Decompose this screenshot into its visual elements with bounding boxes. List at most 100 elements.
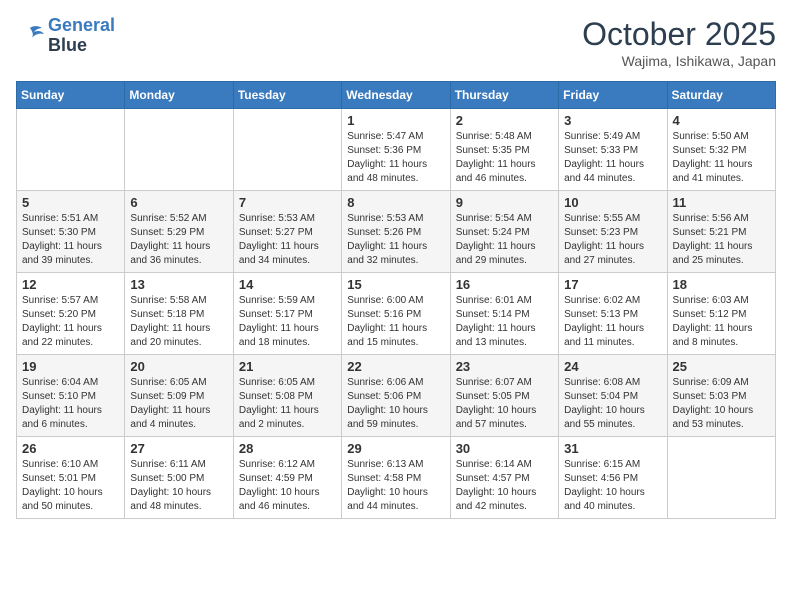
day-info: Sunrise: 5:49 AM Sunset: 5:33 PM Dayligh… bbox=[564, 130, 661, 186]
calendar-cell: 17Sunrise: 6:02 AM Sunset: 5:13 PM Dayli… bbox=[559, 273, 667, 355]
weekday-header-sunday: Sunday bbox=[17, 82, 125, 109]
day-info: Sunrise: 5:52 AM Sunset: 5:29 PM Dayligh… bbox=[130, 212, 227, 268]
calendar-cell: 8 Sunrise: 5:53 AM Sunset: 5:26 PM Daylig… bbox=[342, 191, 450, 273]
calendar-cell: 12 Sunrise: 5:57 AM Sunset: 5:20 PM Dayli… bbox=[17, 273, 125, 355]
weekday-header-wednesday: Wednesday bbox=[342, 82, 450, 109]
day-info: Sunrise: 5:47 AM Sunset: 5:36 PM Dayligh… bbox=[347, 130, 444, 186]
weekday-header-friday: Friday bbox=[559, 82, 667, 109]
day-info: Sunrise: 5:55 AM Sunset: 5:23 PM Dayligh… bbox=[564, 212, 661, 268]
weekday-header-saturday: Saturday bbox=[667, 82, 775, 109]
day-number: 19 bbox=[22, 359, 119, 374]
day-info: Sunrise: 5:57 AM Sunset: 5:20 PM Dayligh… bbox=[22, 294, 119, 350]
day-info: Sunrise: 6:08 AM Sunset: 5:04 PM Dayligh… bbox=[564, 376, 661, 432]
day-info: Sunrise: 5:54 AM Sunset: 5:24 PM Dayligh… bbox=[456, 212, 553, 268]
page-header: General Blue October 2025 Wajima, Ishika… bbox=[16, 16, 776, 69]
calendar-cell bbox=[125, 109, 233, 191]
day-info: Sunrise: 5:58 AM Sunset: 5:18 PM Dayligh… bbox=[130, 294, 227, 350]
day-number: 15 bbox=[347, 277, 444, 292]
calendar-cell: 29 Sunrise: 6:13 AM Sunset: 4:58 PM Dayli… bbox=[342, 437, 450, 519]
day-number: 4 bbox=[673, 113, 770, 128]
calendar-cell: 19Sunrise: 6:04 AM Sunset: 5:10 PM Dayli… bbox=[17, 355, 125, 437]
logo-text: General Blue bbox=[48, 16, 115, 56]
calendar-cell: 21 Sunrise: 6:05 AM Sunset: 5:08 PM Dayli… bbox=[233, 355, 341, 437]
day-number: 3 bbox=[564, 113, 661, 128]
day-info: Sunrise: 5:56 AM Sunset: 5:21 PM Dayligh… bbox=[673, 212, 770, 268]
day-info: Sunrise: 6:02 AM Sunset: 5:13 PM Dayligh… bbox=[564, 294, 661, 350]
day-number: 1 bbox=[347, 113, 444, 128]
calendar-week-row: 12 Sunrise: 5:57 AM Sunset: 5:20 PM Dayli… bbox=[17, 273, 776, 355]
day-number: 29 bbox=[347, 441, 444, 456]
day-number: 27 bbox=[130, 441, 227, 456]
calendar-cell: 27 Sunrise: 6:11 AM Sunset: 5:00 PM Dayli… bbox=[125, 437, 233, 519]
day-number: 7 bbox=[239, 195, 336, 210]
day-number: 6 bbox=[130, 195, 227, 210]
calendar-cell: 31Sunrise: 6:15 AM Sunset: 4:56 PM Dayli… bbox=[559, 437, 667, 519]
month-title: October 2025 bbox=[582, 16, 776, 53]
day-info: Sunrise: 5:48 AM Sunset: 5:35 PM Dayligh… bbox=[456, 130, 553, 186]
day-number: 2 bbox=[456, 113, 553, 128]
calendar-cell: 26Sunrise: 6:10 AM Sunset: 5:01 PM Dayli… bbox=[17, 437, 125, 519]
calendar-cell: 13 Sunrise: 5:58 AM Sunset: 5:18 PM Dayli… bbox=[125, 273, 233, 355]
weekday-header-row: SundayMondayTuesdayWednesdayThursdayFrid… bbox=[17, 82, 776, 109]
day-number: 26 bbox=[22, 441, 119, 456]
calendar-week-row: 1 Sunrise: 5:47 AM Sunset: 5:36 PM Daylig… bbox=[17, 109, 776, 191]
day-info: Sunrise: 6:13 AM Sunset: 4:58 PM Dayligh… bbox=[347, 458, 444, 514]
day-number: 12 bbox=[22, 277, 119, 292]
day-number: 11 bbox=[673, 195, 770, 210]
logo-icon bbox=[16, 24, 44, 48]
calendar-cell: 9Sunrise: 5:54 AM Sunset: 5:24 PM Daylig… bbox=[450, 191, 558, 273]
calendar-cell: 11 Sunrise: 5:56 AM Sunset: 5:21 PM Dayli… bbox=[667, 191, 775, 273]
day-info: Sunrise: 6:07 AM Sunset: 5:05 PM Dayligh… bbox=[456, 376, 553, 432]
day-number: 23 bbox=[456, 359, 553, 374]
day-number: 20 bbox=[130, 359, 227, 374]
calendar-cell: 14 Sunrise: 5:59 AM Sunset: 5:17 PM Dayli… bbox=[233, 273, 341, 355]
day-number: 28 bbox=[239, 441, 336, 456]
day-number: 18 bbox=[673, 277, 770, 292]
calendar-week-row: 26Sunrise: 6:10 AM Sunset: 5:01 PM Dayli… bbox=[17, 437, 776, 519]
weekday-header-tuesday: Tuesday bbox=[233, 82, 341, 109]
calendar-cell: 4 Sunrise: 5:50 AM Sunset: 5:32 PM Daylig… bbox=[667, 109, 775, 191]
day-info: Sunrise: 6:06 AM Sunset: 5:06 PM Dayligh… bbox=[347, 376, 444, 432]
day-info: Sunrise: 6:05 AM Sunset: 5:08 PM Dayligh… bbox=[239, 376, 336, 432]
day-info: Sunrise: 6:11 AM Sunset: 5:00 PM Dayligh… bbox=[130, 458, 227, 514]
weekday-header-thursday: Thursday bbox=[450, 82, 558, 109]
day-info: Sunrise: 6:03 AM Sunset: 5:12 PM Dayligh… bbox=[673, 294, 770, 350]
calendar-cell: 18 Sunrise: 6:03 AM Sunset: 5:12 PM Dayli… bbox=[667, 273, 775, 355]
day-info: Sunrise: 5:53 AM Sunset: 5:27 PM Dayligh… bbox=[239, 212, 336, 268]
day-info: Sunrise: 6:14 AM Sunset: 4:57 PM Dayligh… bbox=[456, 458, 553, 514]
calendar-cell: 3 Sunrise: 5:49 AM Sunset: 5:33 PM Daylig… bbox=[559, 109, 667, 191]
day-info: Sunrise: 5:59 AM Sunset: 5:17 PM Dayligh… bbox=[239, 294, 336, 350]
day-info: Sunrise: 6:00 AM Sunset: 5:16 PM Dayligh… bbox=[347, 294, 444, 350]
calendar-cell: 24Sunrise: 6:08 AM Sunset: 5:04 PM Dayli… bbox=[559, 355, 667, 437]
calendar-cell: 6 Sunrise: 5:52 AM Sunset: 5:29 PM Daylig… bbox=[125, 191, 233, 273]
calendar-cell bbox=[667, 437, 775, 519]
day-info: Sunrise: 5:50 AM Sunset: 5:32 PM Dayligh… bbox=[673, 130, 770, 186]
calendar-cell: 1 Sunrise: 5:47 AM Sunset: 5:36 PM Daylig… bbox=[342, 109, 450, 191]
calendar-cell: 20Sunrise: 6:05 AM Sunset: 5:09 PM Dayli… bbox=[125, 355, 233, 437]
calendar-cell: 7 Sunrise: 5:53 AM Sunset: 5:27 PM Daylig… bbox=[233, 191, 341, 273]
day-info: Sunrise: 6:12 AM Sunset: 4:59 PM Dayligh… bbox=[239, 458, 336, 514]
calendar-cell: 30 Sunrise: 6:14 AM Sunset: 4:57 PM Dayli… bbox=[450, 437, 558, 519]
day-number: 8 bbox=[347, 195, 444, 210]
day-number: 30 bbox=[456, 441, 553, 456]
day-info: Sunrise: 5:53 AM Sunset: 5:26 PM Dayligh… bbox=[347, 212, 444, 268]
day-number: 10 bbox=[564, 195, 661, 210]
calendar-table: SundayMondayTuesdayWednesdayThursdayFrid… bbox=[16, 81, 776, 519]
day-number: 16 bbox=[456, 277, 553, 292]
calendar-week-row: 5Sunrise: 5:51 AM Sunset: 5:30 PM Daylig… bbox=[17, 191, 776, 273]
title-block: October 2025 Wajima, Ishikawa, Japan bbox=[582, 16, 776, 69]
calendar-cell bbox=[233, 109, 341, 191]
weekday-header-monday: Monday bbox=[125, 82, 233, 109]
day-number: 13 bbox=[130, 277, 227, 292]
day-number: 22 bbox=[347, 359, 444, 374]
calendar-cell: 10 Sunrise: 5:55 AM Sunset: 5:23 PM Dayli… bbox=[559, 191, 667, 273]
calendar-cell: 22 Sunrise: 6:06 AM Sunset: 5:06 PM Dayli… bbox=[342, 355, 450, 437]
day-number: 14 bbox=[239, 277, 336, 292]
calendar-cell bbox=[17, 109, 125, 191]
calendar-cell: 15 Sunrise: 6:00 AM Sunset: 5:16 PM Dayli… bbox=[342, 273, 450, 355]
calendar-cell: 5Sunrise: 5:51 AM Sunset: 5:30 PM Daylig… bbox=[17, 191, 125, 273]
day-number: 21 bbox=[239, 359, 336, 374]
calendar-cell: 25Sunrise: 6:09 AM Sunset: 5:03 PM Dayli… bbox=[667, 355, 775, 437]
calendar-week-row: 19Sunrise: 6:04 AM Sunset: 5:10 PM Dayli… bbox=[17, 355, 776, 437]
logo: General Blue bbox=[16, 16, 115, 56]
